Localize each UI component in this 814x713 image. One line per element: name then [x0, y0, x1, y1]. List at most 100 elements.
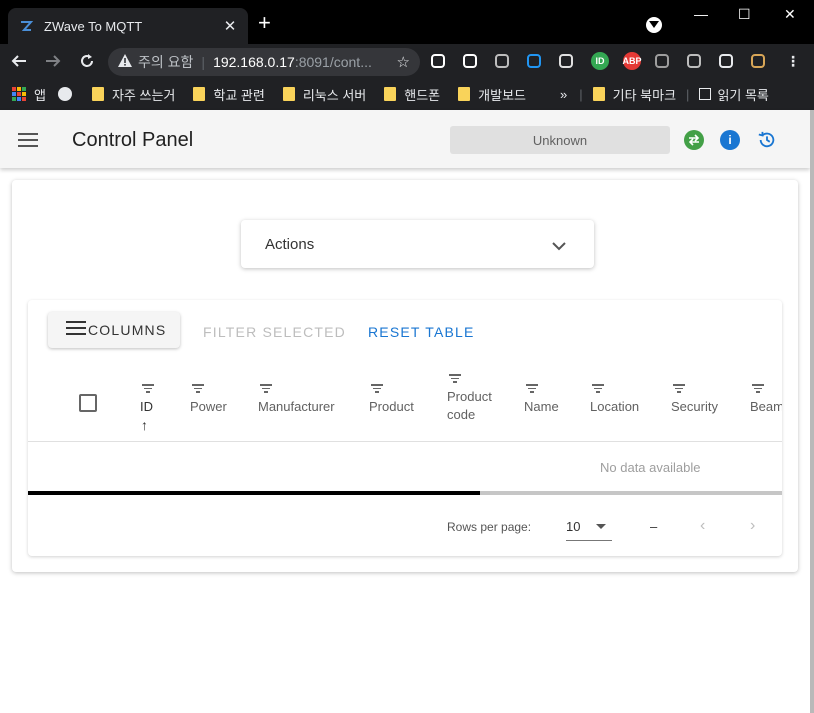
- bookmark-label: 리눅스 서버: [302, 87, 367, 103]
- columns-button[interactable]: COLUMNS: [48, 312, 180, 348]
- other-bookmarks-label: 기타 북마크: [612, 87, 677, 103]
- history-icon[interactable]: [757, 130, 777, 150]
- bookmark-folder-1[interactable]: 자주 쓰는거: [91, 85, 175, 104]
- profile-menu-icon[interactable]: [646, 17, 662, 33]
- caret-down-icon: [596, 524, 606, 529]
- header-label: Location: [590, 399, 640, 414]
- tab-title: ZWave To MQTT: [44, 18, 143, 34]
- filter-selected-button[interactable]: FILTER SELECTED: [203, 324, 346, 340]
- filter-icon[interactable]: [752, 384, 764, 395]
- puzzle-ext-icon[interactable]: [719, 54, 733, 68]
- window-close-button[interactable]: ✕: [784, 6, 796, 23]
- warning-triangle-icon[interactable]: [118, 54, 132, 70]
- adblock-ext-icon[interactable]: ABP: [623, 52, 642, 70]
- header-label: Name: [524, 399, 559, 414]
- browser-tab[interactable]: ZWave To MQTT ✕: [8, 8, 248, 44]
- rows-per-page-select[interactable]: 10: [566, 513, 612, 541]
- rows-per-page-value: 10: [566, 519, 581, 534]
- filter-icon[interactable]: [142, 384, 154, 395]
- filter-icon[interactable]: [260, 384, 272, 395]
- diamond-ext-icon[interactable]: [527, 54, 541, 68]
- bookmark-folder-3[interactable]: 리눅스 서버: [282, 85, 367, 104]
- sync-icon[interactable]: [684, 130, 704, 150]
- filter-icon[interactable]: [449, 374, 461, 385]
- page-scrollbar[interactable]: [810, 110, 814, 713]
- other-bookmarks[interactable]: 기타 북마크: [592, 85, 677, 104]
- back-arrow-icon[interactable]: [4, 46, 34, 76]
- actions-dropdown[interactable]: Actions: [241, 220, 594, 268]
- filter-icon[interactable]: [592, 384, 604, 395]
- folder-icon: [193, 87, 206, 101]
- page-title: Control Panel: [72, 129, 194, 151]
- maximize-button[interactable]: ☐: [738, 6, 751, 23]
- header-label: Product code: [447, 389, 492, 422]
- gear-ext-icon[interactable]: [655, 54, 669, 68]
- camera-ext-icon[interactable]: [495, 54, 509, 68]
- header-label: Beam: [750, 399, 782, 414]
- bookmark-star-icon[interactable]: ☆: [397, 53, 410, 71]
- header-beam[interactable]: Beam: [750, 384, 782, 416]
- minimize-button[interactable]: —: [694, 6, 708, 22]
- actions-label: Actions: [265, 235, 315, 253]
- bookmark-apps[interactable]: 앱: [12, 85, 46, 104]
- bookmark-folder-4[interactable]: 핸드폰: [384, 85, 440, 104]
- folder-icon: [458, 87, 471, 101]
- menu-icon[interactable]: [18, 133, 38, 151]
- list-icon: [66, 321, 86, 339]
- download-ext-icon[interactable]: [431, 54, 445, 68]
- address-separator: |: [201, 54, 206, 70]
- filter-icon[interactable]: [673, 384, 685, 395]
- new-tab-button[interactable]: +: [258, 12, 271, 34]
- reset-table-button[interactable]: RESET TABLE: [368, 324, 475, 340]
- address-path: :8091/cont...: [294, 54, 372, 70]
- reading-list[interactable]: 읽기 목록: [699, 85, 769, 104]
- bookmark-label: 핸드폰: [404, 87, 441, 103]
- bookmark-label: 학교 관련: [213, 87, 265, 103]
- header-power[interactable]: Power: [190, 384, 227, 416]
- address-bar[interactable]: 주의 요함 | 192.168.0.17 :8091/cont... ☆: [108, 48, 420, 76]
- globe-icon: [57, 87, 72, 101]
- bookmarks-divider: |: [579, 86, 583, 102]
- bookmark-label: 앱: [34, 87, 46, 103]
- header-label: ID: [140, 399, 153, 414]
- info-icon[interactable]: i: [720, 130, 740, 150]
- forward-arrow-icon[interactable]: [38, 46, 68, 76]
- header-security[interactable]: Security: [671, 384, 718, 416]
- header-id[interactable]: ID ↑: [140, 384, 154, 433]
- shield-ext-icon[interactable]: [687, 54, 701, 68]
- tab-close-icon[interactable]: ✕: [222, 17, 238, 35]
- folder-icon: [592, 87, 605, 101]
- table-header: ID ↑ Power Manufacturer Product Product …: [28, 370, 782, 442]
- prev-page-button[interactable]: ‹: [700, 517, 705, 535]
- bookmarks-overflow-button[interactable]: »: [560, 87, 567, 102]
- bookmark-globe[interactable]: [57, 87, 76, 101]
- header-product-code[interactable]: Product code: [447, 374, 507, 424]
- filter-icon[interactable]: [371, 384, 383, 395]
- page-range-text: –: [650, 519, 658, 534]
- reading-list-label: 읽기 목록: [717, 87, 769, 103]
- doge-ext-icon[interactable]: [751, 54, 765, 68]
- header-manufacturer[interactable]: Manufacturer: [258, 384, 335, 416]
- chrome-menu-icon[interactable]: ⋮: [784, 52, 802, 70]
- header-label: Manufacturer: [258, 399, 335, 414]
- filter-icon[interactable]: [192, 384, 204, 395]
- zwave-favicon-icon: [18, 18, 34, 34]
- bookmark-label: 개발보드: [478, 87, 526, 103]
- select-all-checkbox[interactable]: [79, 394, 97, 412]
- filter-icon[interactable]: [526, 384, 538, 395]
- window-ext-icon[interactable]: [463, 54, 477, 68]
- header-location[interactable]: Location: [590, 384, 640, 416]
- sort-arrow-up-icon[interactable]: ↑: [141, 416, 148, 434]
- security-label[interactable]: 주의 요함: [138, 52, 193, 72]
- reload-icon[interactable]: [72, 46, 102, 76]
- bookmark-folder-2[interactable]: 학교 관련: [193, 85, 265, 104]
- id-ext-icon[interactable]: ID: [591, 52, 609, 70]
- cast-ext-icon[interactable]: [559, 54, 573, 68]
- bookmark-folder-5[interactable]: 개발보드: [458, 85, 526, 104]
- header-name[interactable]: Name: [524, 384, 559, 416]
- header-label: Security: [671, 399, 718, 414]
- no-data-message: No data available: [600, 460, 701, 475]
- next-page-button[interactable]: ›: [750, 517, 755, 535]
- address-host: 192.168.0.17: [213, 54, 295, 70]
- header-product[interactable]: Product: [369, 384, 414, 416]
